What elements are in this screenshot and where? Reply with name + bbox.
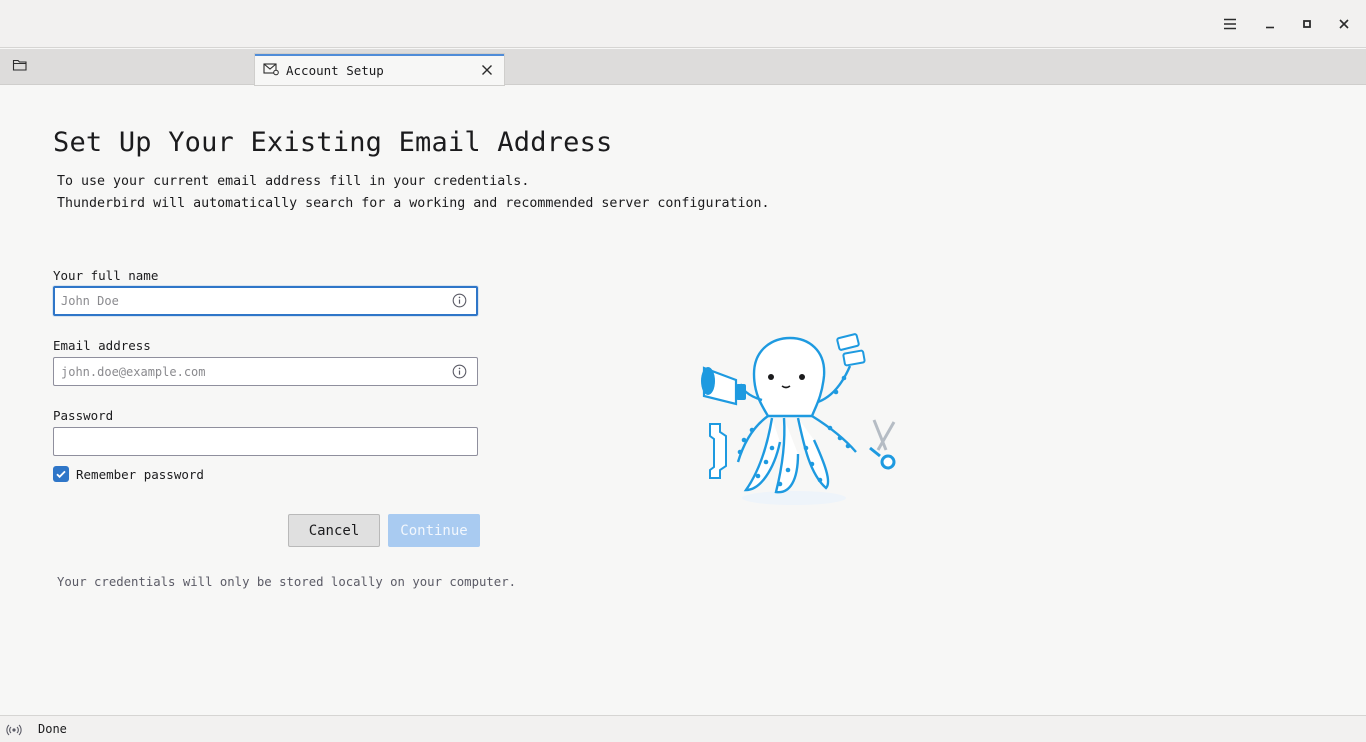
password-label: Password xyxy=(53,408,114,423)
remember-password-label[interactable]: Remember password xyxy=(76,467,204,482)
password-field xyxy=(53,427,478,456)
tab-label: Account Setup xyxy=(286,63,384,78)
octopus-illustration xyxy=(694,330,904,510)
status-bar: Done xyxy=(0,715,1366,742)
fullname-field xyxy=(53,286,478,316)
page-title: Set Up Your Existing Email Address xyxy=(53,127,613,158)
title-bar xyxy=(0,0,1366,48)
tab-account-setup[interactable]: Account Setup xyxy=(255,54,504,85)
continue-button[interactable]: Continue xyxy=(388,514,480,547)
status-text: Done xyxy=(38,722,67,736)
activity-icon[interactable] xyxy=(6,722,22,738)
checkmark-icon xyxy=(56,470,66,479)
credentials-note: Your credentials will only be stored loc… xyxy=(57,575,517,589)
tab-mail-folder[interactable] xyxy=(0,49,254,84)
close-icon[interactable] xyxy=(1332,12,1356,36)
fullname-input[interactable] xyxy=(55,288,476,314)
mail-setup-icon xyxy=(263,62,279,79)
info-icon[interactable] xyxy=(452,293,467,308)
maximize-icon[interactable] xyxy=(1295,12,1319,36)
description-line-1: To use your current email address fill i… xyxy=(57,174,530,189)
info-icon[interactable] xyxy=(452,364,467,379)
menu-icon[interactable] xyxy=(1218,12,1242,36)
remember-password-checkbox[interactable] xyxy=(53,466,69,482)
tab-strip: Account Setup xyxy=(0,49,1366,85)
email-input[interactable] xyxy=(54,358,477,385)
cancel-button[interactable]: Cancel xyxy=(288,514,380,547)
description-line-2: Thunderbird will automatically search fo… xyxy=(57,196,770,211)
folder-icon xyxy=(12,57,28,76)
password-input[interactable] xyxy=(54,428,477,455)
close-tab-icon[interactable] xyxy=(479,62,495,78)
email-label: Email address xyxy=(53,338,151,353)
minimize-icon[interactable] xyxy=(1258,12,1282,36)
fullname-label: Your full name xyxy=(53,268,159,283)
email-field xyxy=(53,357,478,386)
